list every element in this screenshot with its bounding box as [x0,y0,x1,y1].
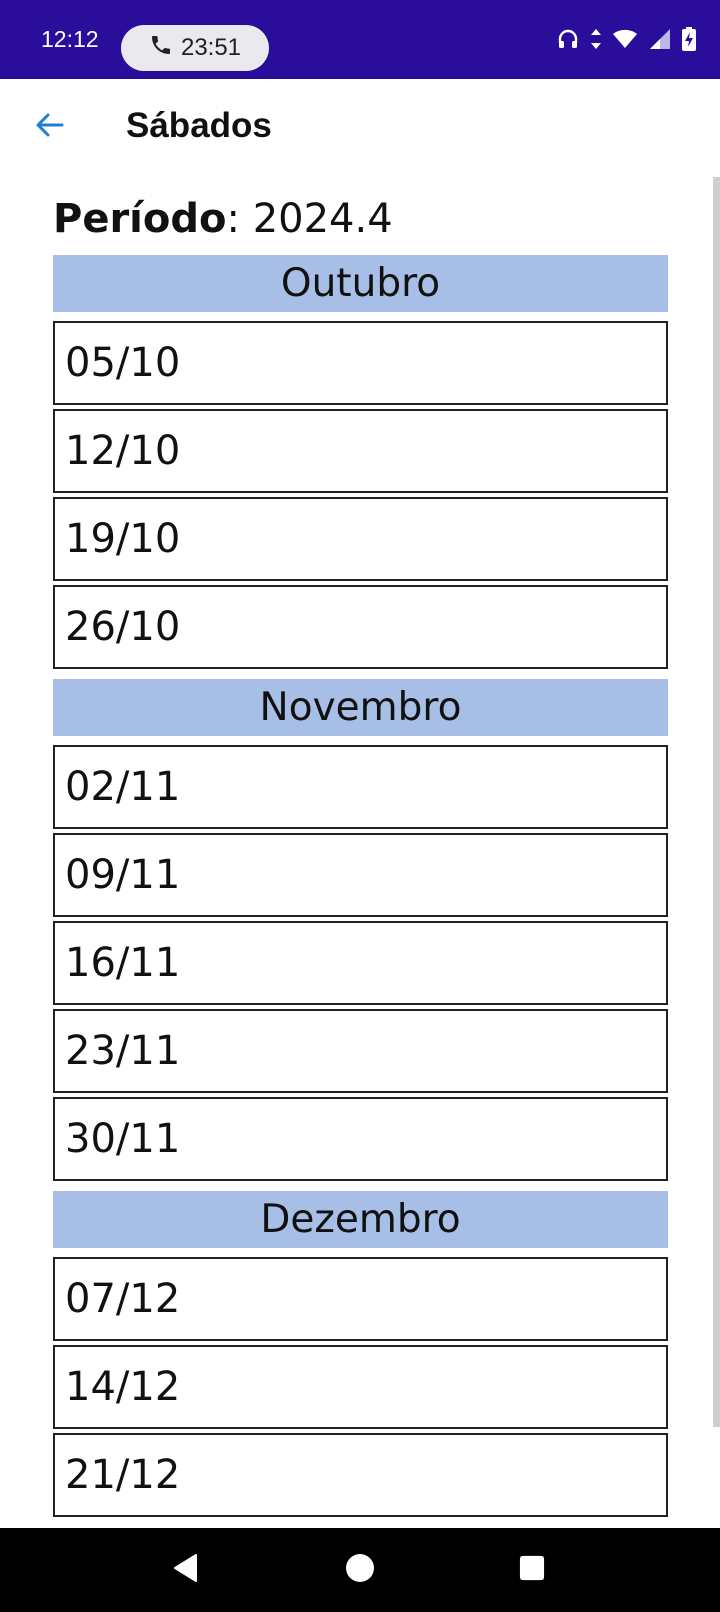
nav-back-button[interactable] [146,1528,226,1612]
saturdays-list: Período: 2024.4 Outubro 05/10 12/10 19/1… [53,195,668,1521]
date-item[interactable]: 05/10 [53,321,668,405]
app-bar: Sábados [0,79,720,179]
period-separator: : [226,196,240,242]
page-title: Sábados [126,106,272,145]
back-button[interactable] [28,105,72,149]
month-header-dezembro: Dezembro [53,1191,668,1248]
date-item[interactable]: 09/11 [53,833,668,917]
date-item[interactable]: 12/10 [53,409,668,493]
home-circle-icon [345,1553,375,1587]
date-item[interactable]: 07/12 [53,1257,668,1341]
date-item[interactable]: 21/12 [53,1433,668,1517]
status-icons [556,26,696,52]
date-item[interactable]: 14/12 [53,1345,668,1429]
call-duration: 23:51 [180,34,242,61]
date-item[interactable]: 19/10 [53,497,668,581]
nav-recents-button[interactable] [492,1528,572,1612]
phone-icon [149,33,173,64]
date-item[interactable]: 26/10 [53,585,668,669]
data-arrows-icon [590,26,602,52]
date-item[interactable]: 23/11 [53,1009,668,1093]
period-value: 2024.4 [252,196,393,242]
status-time: 12:12 [41,26,99,52]
status-bar: 12:12 23:51 [0,0,720,79]
headset-icon [556,26,580,52]
date-item[interactable]: 02/11 [53,745,668,829]
system-nav-bar [0,1528,720,1612]
nav-home-button[interactable] [320,1528,400,1612]
period-label: Período [53,196,227,242]
arrow-left-icon [34,109,66,145]
signal-icon [648,26,672,52]
period-line: Período: 2024.4 [53,195,668,243]
date-item[interactable]: 30/11 [53,1097,668,1181]
scrollbar[interactable] [713,177,720,1427]
battery-charging-icon [682,26,696,52]
ongoing-call-chip[interactable]: 23:51 [121,25,269,71]
date-item[interactable]: 16/11 [53,921,668,1005]
month-header-novembro: Novembro [53,679,668,736]
back-triangle-icon [172,1553,200,1587]
wifi-icon [612,26,638,52]
month-header-outubro: Outubro [53,255,668,312]
recents-square-icon [519,1555,545,1585]
